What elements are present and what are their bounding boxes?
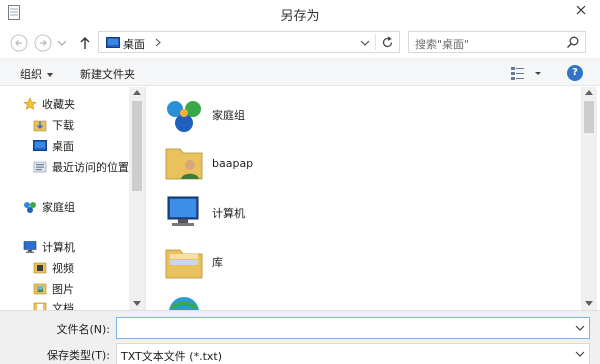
star-icon xyxy=(22,96,38,112)
address-dropdown-icon[interactable] xyxy=(359,36,371,49)
back-button[interactable] xyxy=(10,34,28,52)
scroll-down-icon[interactable] xyxy=(585,301,593,306)
desktop-icon xyxy=(32,138,48,154)
sidebar-item-label: 最近访问的位置 xyxy=(52,161,129,174)
save-options-panel: 文件名(N): 保存类型(T): TXT文本文件 (*.txt) xyxy=(0,310,600,364)
scroll-down-icon[interactable] xyxy=(133,301,141,306)
desktop-icon xyxy=(106,37,120,48)
file-list: 家庭组 baapap 计算机 库 xyxy=(145,87,600,310)
sidebar-item-pictures[interactable]: 图片 xyxy=(32,280,74,298)
change-view-button[interactable] xyxy=(510,65,542,81)
chevron-down-icon xyxy=(575,351,585,357)
homegroup-icon xyxy=(22,199,38,215)
navigation-pane: 收藏夹 下载 桌面 最近访问的位置 家庭组 计算机 视频 图片 文档 xyxy=(0,87,145,310)
chevron-down-icon xyxy=(58,40,66,46)
search-icon[interactable] xyxy=(566,35,580,49)
documents-icon xyxy=(32,300,48,310)
sidebar-item-recent-places[interactable]: 最近访问的位置 xyxy=(32,158,129,176)
sidebar-item-desktop[interactable]: 桌面 xyxy=(32,137,74,155)
up-arrow-icon xyxy=(80,37,90,49)
organize-button[interactable]: 组织 xyxy=(20,66,53,82)
sidebar-item-videos[interactable]: 视频 xyxy=(32,259,74,277)
sidebar-item-label: 文档 xyxy=(52,302,74,310)
back-arrow-icon xyxy=(10,34,28,52)
list-item-homegroup[interactable]: 家庭组 xyxy=(162,93,245,137)
address-row: 桌面 搜索"桌面" xyxy=(0,26,600,58)
navigation-scrollbar[interactable] xyxy=(129,87,145,310)
pictures-icon xyxy=(32,281,48,297)
item-label: baapap xyxy=(212,156,254,170)
sidebar-item-favorites[interactable]: 收藏夹 xyxy=(22,95,75,113)
item-label: 库 xyxy=(212,256,223,269)
scrollbar-thumb[interactable] xyxy=(132,101,142,191)
list-item-computer[interactable]: 计算机 xyxy=(162,191,245,235)
title-bar: 另存为 xyxy=(0,0,600,26)
filetype-value: TXT文本文件 (*.txt) xyxy=(121,350,222,363)
new-folder-button[interactable]: 新建文件夹 xyxy=(80,66,135,82)
address-location[interactable]: 桌面 xyxy=(123,36,145,52)
file-list-scrollbar[interactable] xyxy=(581,87,597,310)
list-item-network[interactable] xyxy=(162,290,212,310)
user-folder-icon xyxy=(165,148,203,180)
chevron-down-icon[interactable] xyxy=(575,323,585,333)
search-placeholder: 搜索"桌面" xyxy=(415,38,470,51)
recent-locations-button[interactable] xyxy=(56,34,68,52)
filetype-label: 保存类型(T): xyxy=(46,349,110,362)
libraries-icon xyxy=(165,249,203,279)
search-input[interactable]: 搜索"桌面" xyxy=(408,31,586,53)
filename-field[interactable] xyxy=(116,317,590,339)
recent-places-icon xyxy=(32,159,48,175)
filetype-select[interactable]: TXT文本文件 (*.txt) xyxy=(116,343,590,364)
sidebar-item-documents[interactable]: 文档 xyxy=(32,300,74,310)
videos-icon xyxy=(32,260,48,276)
view-options-icon xyxy=(511,67,541,80)
forward-arrow-icon xyxy=(34,34,52,52)
sidebar-item-label: 下载 xyxy=(52,119,74,132)
download-folder-icon xyxy=(32,117,48,133)
window-title: 另存为 xyxy=(280,9,320,24)
close-button[interactable] xyxy=(564,0,598,20)
help-icon[interactable]: ? xyxy=(567,65,583,81)
organize-label: 组织 xyxy=(20,68,42,81)
up-button[interactable] xyxy=(76,34,94,52)
sidebar-item-label: 桌面 xyxy=(52,140,74,153)
list-item-user-folder[interactable]: baapap xyxy=(162,141,253,185)
sidebar-item-label: 家庭组 xyxy=(42,201,75,214)
homegroup-icon xyxy=(167,101,201,132)
scroll-up-icon[interactable] xyxy=(133,90,141,95)
forward-button[interactable] xyxy=(34,34,52,52)
filename-label: 文件名(N): xyxy=(56,323,110,336)
computer-icon xyxy=(167,196,199,226)
caret-down-icon xyxy=(47,73,53,77)
address-divider xyxy=(375,34,376,50)
close-icon xyxy=(576,5,586,15)
address-bar[interactable]: 桌面 xyxy=(98,31,400,53)
list-item-libraries[interactable]: 库 xyxy=(162,240,223,284)
sidebar-item-computer[interactable]: 计算机 xyxy=(22,238,75,256)
sidebar-item-label: 收藏夹 xyxy=(42,98,75,111)
sidebar-item-label: 计算机 xyxy=(42,241,75,254)
scrollbar-thumb[interactable] xyxy=(584,101,594,133)
network-icon xyxy=(169,297,199,310)
scroll-up-icon[interactable] xyxy=(585,90,593,95)
chevron-right-icon[interactable] xyxy=(153,36,163,49)
sidebar-item-downloads[interactable]: 下载 xyxy=(32,116,74,134)
item-label: 计算机 xyxy=(212,207,245,220)
sidebar-item-homegroup[interactable]: 家庭组 xyxy=(22,198,75,216)
sidebar-item-label: 图片 xyxy=(52,283,74,296)
sidebar-item-label: 视频 xyxy=(52,262,74,275)
computer-icon xyxy=(22,239,38,255)
refresh-icon[interactable] xyxy=(380,35,395,50)
item-label: 家庭组 xyxy=(212,109,245,122)
command-toolbar: 组织 新建文件夹 ? xyxy=(0,58,600,86)
